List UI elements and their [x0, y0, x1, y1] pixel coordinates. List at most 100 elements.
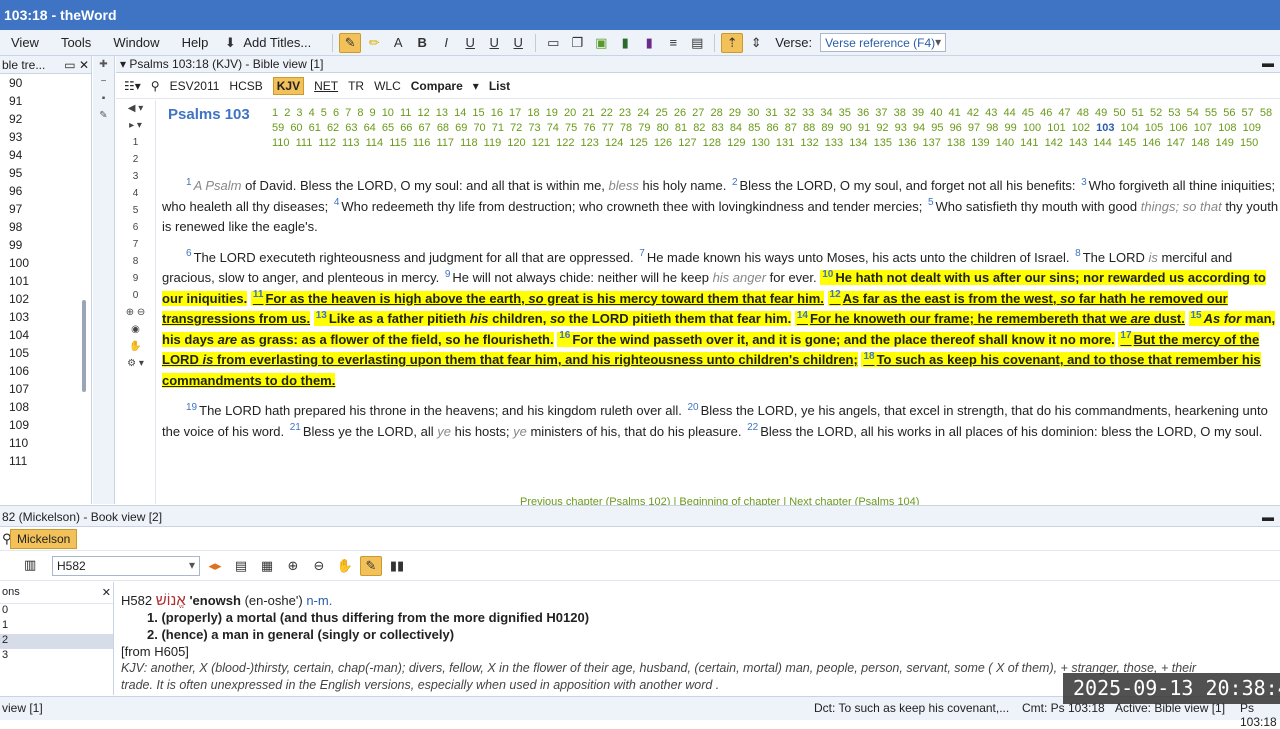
chapter-link[interactable]: 125 — [629, 137, 647, 149]
chapter-link[interactable]: 105 — [1145, 122, 1163, 134]
chapter-link[interactable]: 54 — [1187, 107, 1199, 119]
chapter-link[interactable]: 12 — [417, 107, 429, 119]
chapter-link[interactable]: 16 — [491, 107, 503, 119]
chapter-link[interactable]: 95 — [931, 122, 943, 134]
chapter-link[interactable]: 18 — [527, 107, 539, 119]
list-item[interactable]: 1 — [0, 619, 113, 634]
verse-reference-select[interactable]: Verse reference (F4) — [820, 33, 947, 52]
highlighter-icon[interactable]: ✎ — [339, 32, 362, 53]
clear-format-icon[interactable]: ▭ — [542, 33, 564, 53]
shortcut-number[interactable]: 2 — [116, 151, 155, 168]
shortcut-number[interactable]: 1 — [116, 134, 155, 151]
chapter-link[interactable]: 124 — [605, 137, 623, 149]
shortcut-number[interactable]: 4 — [116, 185, 155, 202]
tab-mickelson[interactable]: Mickelson — [10, 529, 78, 549]
chapter-link[interactable]: 102 — [1072, 122, 1090, 134]
chapter-link[interactable]: 130 — [752, 137, 770, 149]
bookmark-icon[interactable]: ▮ — [614, 33, 636, 53]
chapter-link[interactable]: 56 — [1223, 107, 1235, 119]
chapter-link[interactable]: 4 — [309, 107, 315, 119]
chapter-link[interactable]: 86 — [766, 122, 778, 134]
chapter-link[interactable]: 122 — [556, 137, 574, 149]
chapter-link[interactable]: 150 — [1240, 137, 1258, 149]
chapter-link[interactable]: 48 — [1077, 107, 1089, 119]
chapter-link[interactable]: 75 — [565, 122, 577, 134]
close-icon[interactable]: ▭ ✕ — [64, 58, 89, 72]
tree-item[interactable]: 110 — [0, 434, 91, 452]
topic-search-input[interactable]: H582 — [52, 555, 200, 576]
chapter-link[interactable]: 58 — [1260, 107, 1272, 119]
chapter-link[interactable]: 25 — [656, 107, 668, 119]
chapter-link[interactable]: 132 — [800, 137, 818, 149]
menu-help[interactable]: Help — [171, 35, 220, 50]
chapter-link[interactable]: 113 — [342, 137, 360, 149]
tree-item[interactable]: 108 — [0, 398, 91, 416]
underline-icon[interactable]: U — [459, 33, 481, 53]
shortcut-number[interactable]: 0 — [116, 287, 155, 304]
chapter-link[interactable]: 138 — [947, 137, 965, 149]
zoom-in-icon[interactable]: ⊕ ⊖ — [116, 304, 155, 321]
chapter-link[interactable]: 17 — [509, 107, 521, 119]
chapter-link[interactable]: 81 — [675, 122, 687, 134]
tree-item[interactable]: 99 — [0, 236, 91, 254]
chapter-link[interactable]: 90 — [840, 122, 852, 134]
chapter-link[interactable]: 126 — [654, 137, 672, 149]
italic-icon[interactable]: I — [435, 33, 457, 53]
underline-dotted-icon[interactable]: U — [507, 33, 529, 53]
chapter-link[interactable]: 9 — [370, 107, 376, 119]
chapter-link[interactable]: 106 — [1169, 122, 1187, 134]
chapter-link[interactable]: 120 — [507, 137, 525, 149]
tree-item[interactable]: 101 — [0, 272, 91, 290]
nav-icon[interactable]: ▪ — [93, 90, 114, 107]
chapter-link[interactable]: 61 — [309, 122, 321, 134]
chapter-link[interactable]: 33 — [802, 107, 814, 119]
chapter-link[interactable]: 32 — [784, 107, 796, 119]
tree-item[interactable]: 96 — [0, 182, 91, 200]
chapter-link[interactable]: 101 — [1047, 122, 1065, 134]
chapter-link[interactable]: 21 — [582, 107, 594, 119]
pin-icon[interactable]: ✚ — [93, 56, 114, 73]
shortcut-number[interactable]: 7 — [116, 236, 155, 253]
chapter-link[interactable]: 65 — [382, 122, 394, 134]
lock-icon[interactable]: ▮▮ — [386, 556, 408, 576]
version-net[interactable]: NET — [314, 79, 338, 93]
chapter-link[interactable]: 123 — [581, 137, 599, 149]
tree-item[interactable]: 103 — [0, 308, 91, 326]
font-color-icon[interactable]: A — [387, 33, 409, 53]
prev-next-icon[interactable]: ◂▸ — [204, 556, 226, 576]
chapter-link[interactable]: 78 — [620, 122, 632, 134]
chapter-link[interactable]: 128 — [703, 137, 721, 149]
chapter-link[interactable]: 30 — [747, 107, 759, 119]
tree-item[interactable]: 102 — [0, 290, 91, 308]
chapter-link[interactable]: 149 — [1216, 137, 1234, 149]
shortcut-number[interactable]: 5 — [116, 202, 155, 219]
chapter-link[interactable]: 24 — [637, 107, 649, 119]
highlight-color-icon[interactable]: ✏ — [363, 33, 385, 53]
close-icon[interactable]: ✕ — [102, 586, 111, 599]
pencil-icon[interactable]: ✎ — [360, 555, 382, 576]
chapter-link[interactable]: 44 — [1003, 107, 1015, 119]
chapter-link[interactable]: 111 — [296, 137, 313, 149]
tree-item[interactable]: 97 — [0, 200, 91, 218]
chapter-link[interactable]: 144 — [1093, 137, 1111, 149]
chapter-link[interactable]: 137 — [922, 137, 940, 149]
copy-icon[interactable]: ❐ — [566, 33, 588, 53]
chapter-link[interactable]: 11 — [400, 107, 411, 119]
chapter-link[interactable]: 96 — [950, 122, 962, 134]
chapter-link[interactable]: 63 — [345, 122, 357, 134]
chapter-link[interactable]: 87 — [785, 122, 797, 134]
chapter-link[interactable]: 31 — [765, 107, 777, 119]
chapter-link[interactable]: 91 — [858, 122, 870, 134]
chapter-link[interactable]: 100 — [1023, 122, 1041, 134]
chapter-link[interactable]: 88 — [803, 122, 815, 134]
tree-item[interactable]: 107 — [0, 380, 91, 398]
forward-icon[interactable]: ▸ ▾ — [116, 117, 155, 134]
chapter-link[interactable]: 89 — [821, 122, 833, 134]
chapter-link[interactable]: 109 — [1243, 122, 1261, 134]
chapter-link[interactable]: 35 — [839, 107, 851, 119]
minimize-icon[interactable]: ▬ — [1262, 56, 1274, 70]
chapter-link[interactable]: 57 — [1242, 107, 1254, 119]
chapter-link[interactable]: 22 — [601, 107, 613, 119]
chapter-link[interactable]: 47 — [1058, 107, 1070, 119]
chapter-link[interactable]: 62 — [327, 122, 339, 134]
